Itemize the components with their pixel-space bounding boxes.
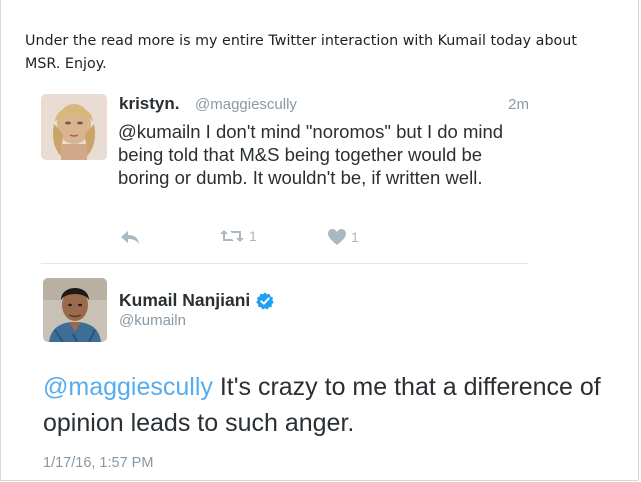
avatar-kumail[interactable]	[43, 278, 107, 342]
tweet-text: @maggiescully It's crazy to me that a di…	[43, 369, 603, 441]
post-intro-text: Under the read more is my entire Twitter…	[25, 33, 577, 72]
like-count: 1	[351, 229, 359, 245]
tweet-timestamp[interactable]: 2m	[508, 96, 529, 113]
avatar-kristyn[interactable]	[41, 94, 107, 160]
heart-icon	[327, 228, 347, 246]
reply-button[interactable]	[119, 228, 141, 246]
reply-icon	[119, 228, 141, 246]
retweet-icon	[219, 228, 245, 244]
like-button[interactable]: 1	[327, 228, 359, 246]
display-name[interactable]: kristyn.	[119, 94, 179, 114]
retweet-count: 1	[249, 228, 257, 244]
tweet-date[interactable]: 1/17/16, 1:57 PM	[43, 455, 153, 471]
tweet-text: @kumailn I don't mind "noromos" but I do…	[118, 121, 504, 188]
tweet-actions: 1 1	[119, 228, 499, 248]
tweet-divider	[41, 263, 528, 264]
tweet-header: kristyn. @maggiescully 2m	[119, 94, 529, 118]
display-name-row: Kumail Nanjiani	[119, 290, 275, 311]
verified-badge-icon	[256, 292, 275, 310]
display-name[interactable]: Kumail Nanjiani	[119, 290, 250, 311]
retweet-button[interactable]: 1	[219, 228, 257, 244]
user-handle[interactable]: @kumailn	[119, 312, 186, 329]
user-handle[interactable]: @maggiescully	[195, 96, 297, 113]
mention-link[interactable]: @maggiescully	[43, 373, 213, 401]
